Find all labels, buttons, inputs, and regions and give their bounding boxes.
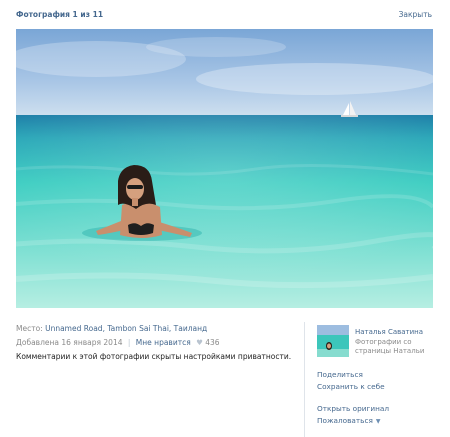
place-label: Место:: [16, 324, 43, 333]
share-link[interactable]: Поделиться: [317, 369, 445, 381]
actions-spacer: [317, 393, 445, 403]
owner-avatar-thumbnail: [317, 325, 349, 357]
like-count: 436: [205, 337, 220, 347]
save-to-self-link[interactable]: Сохранить к себе: [317, 381, 445, 393]
separator: |: [127, 337, 131, 347]
report-label: Пожаловаться: [317, 416, 373, 425]
photo-viewer-header: Фотография 1 из 11 Закрыть: [0, 0, 450, 28]
owner-name-link[interactable]: Наталья Саватина: [355, 328, 423, 336]
open-original-link[interactable]: Открыть оригинал: [317, 403, 445, 415]
heart-icon[interactable]: ♥: [196, 338, 203, 347]
main-photo[interactable]: [16, 29, 433, 308]
beach-photo-image: [16, 29, 433, 308]
chevron-down-icon: ▼: [375, 418, 381, 425]
photo-counter-title: Фотография 1 из 11: [16, 10, 104, 19]
added-row: Добавлена 16 января 2014 | Мне нравится …: [16, 336, 306, 350]
owner-album-text: Фотографии со страницы Натальи: [355, 338, 447, 356]
added-date: Добавлена 16 января 2014: [16, 337, 123, 347]
like-button[interactable]: Мне нравится: [136, 338, 191, 347]
place-link[interactable]: Unnamed Road, Tambon Sai Thai, Таиланд: [45, 324, 207, 333]
close-link[interactable]: Закрыть: [399, 10, 432, 19]
owner-avatar[interactable]: [317, 325, 349, 357]
report-link[interactable]: Пожаловаться ▼: [317, 415, 445, 427]
photo-actions: Поделиться Сохранить к себе Открыть ориг…: [317, 369, 445, 427]
place-row: Место: Unnamed Road, Tambon Sai Thai, Та…: [16, 322, 306, 336]
photo-sidebar: Наталья Саватина Фотографии со страницы …: [304, 322, 444, 437]
comments-hidden-notice: Комментарии к этой фотографии скрыты нас…: [16, 352, 292, 361]
owner-block: Наталья Саватина Фотографии со страницы …: [317, 325, 445, 357]
album-line-2: страницы Натальи: [355, 347, 425, 355]
photo-info: Место: Unnamed Road, Tambon Sai Thai, Та…: [16, 322, 306, 364]
album-line-1: Фотографии со: [355, 338, 412, 346]
